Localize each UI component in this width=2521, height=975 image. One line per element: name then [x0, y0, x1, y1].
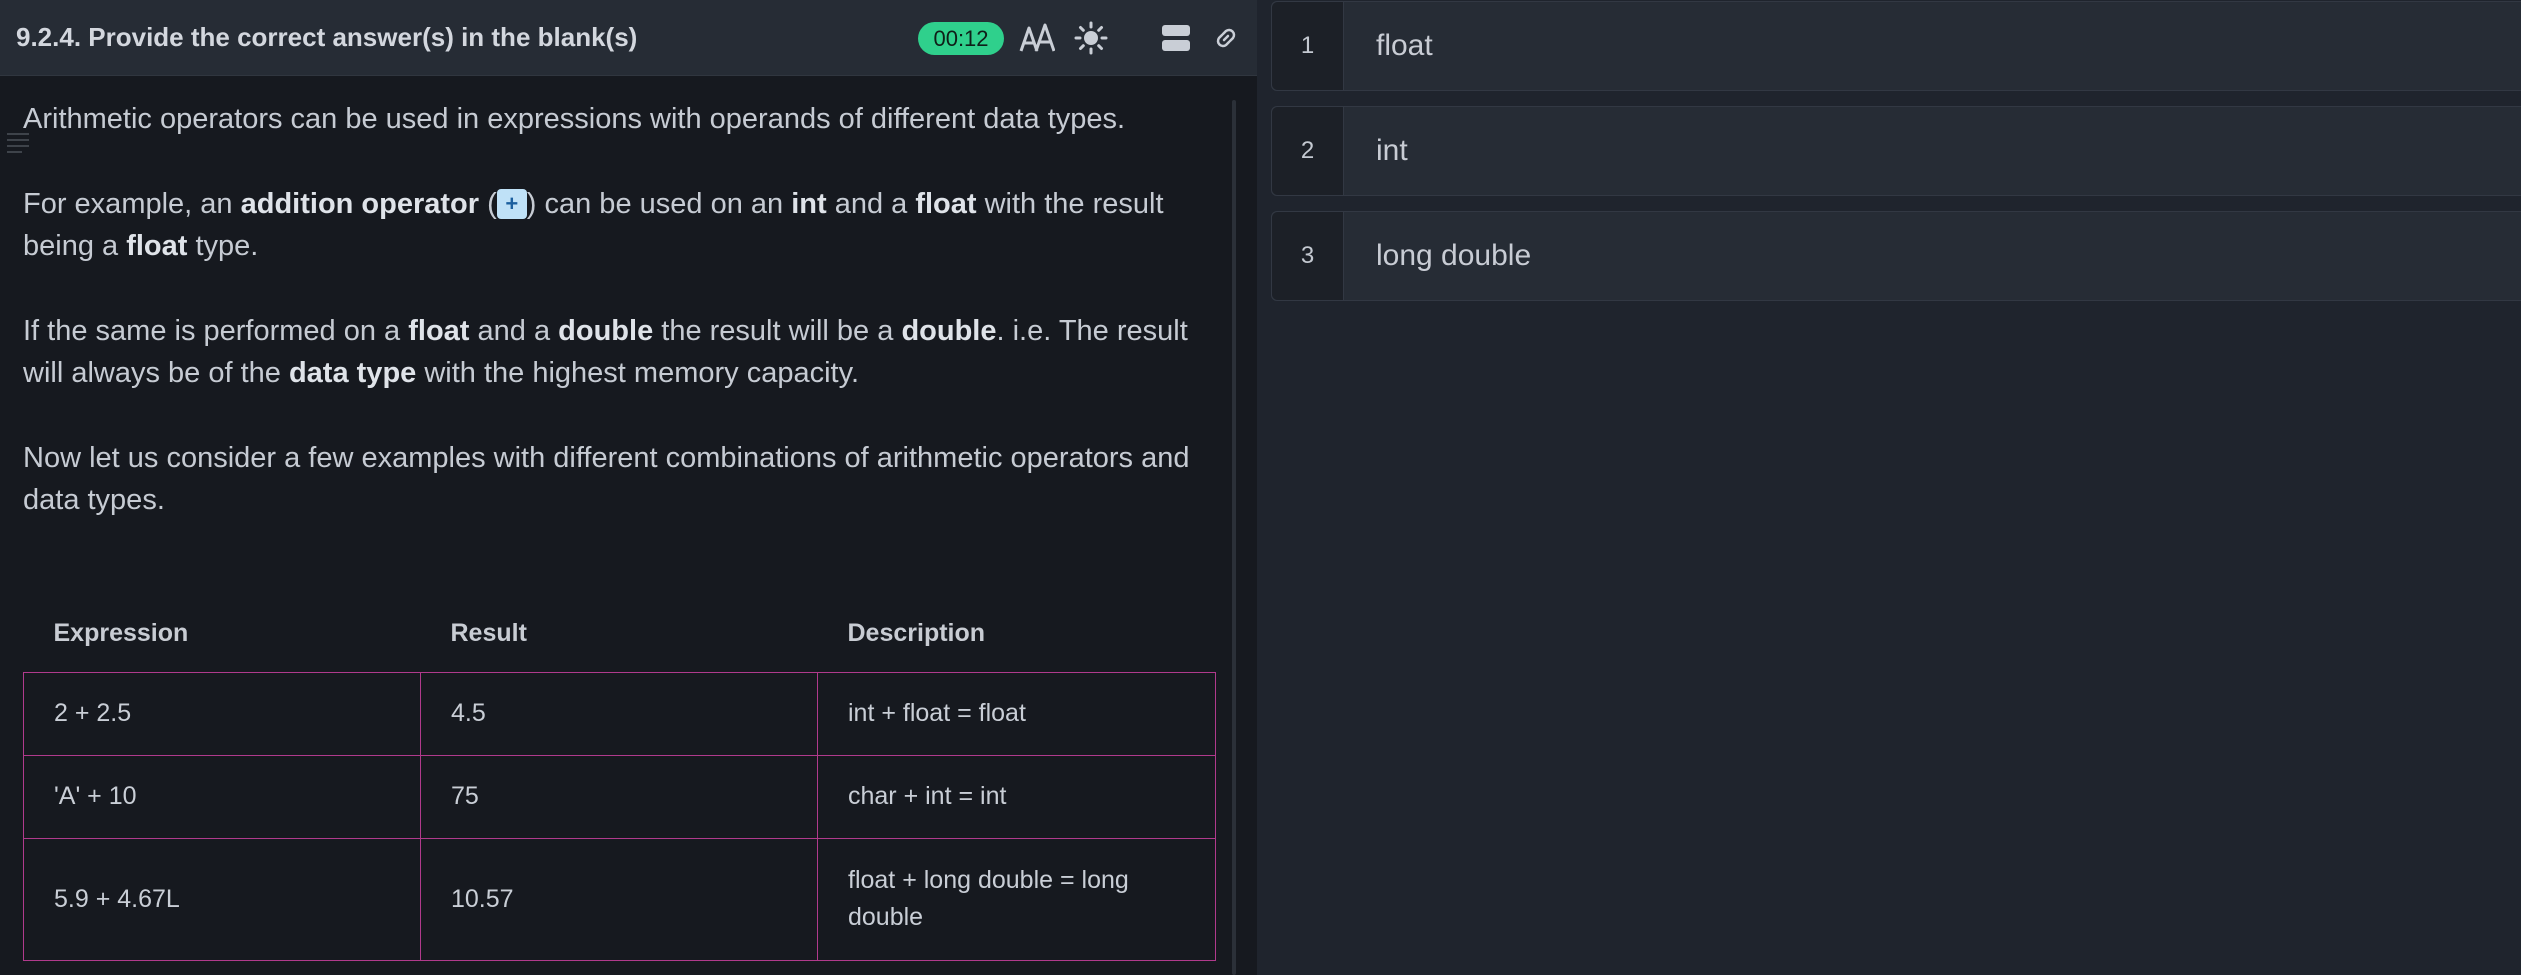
column-header: Expression — [53, 619, 189, 648]
text: and a — [826, 188, 916, 220]
operators-table: Expression Result Description 2 + 2.5 4.… — [23, 596, 1216, 961]
timer-badge: 00:12 — [918, 22, 1004, 55]
question-pane: 9.2.4. Provide the correct answer(s) in … — [0, 0, 1257, 975]
paragraph-examples-intro: Now let us consider a few examples with … — [23, 442, 1190, 516]
table-cell: 2 + 2.5 — [23, 671, 421, 756]
layout-icon[interactable] — [1156, 18, 1196, 58]
bold-term: double — [901, 315, 997, 347]
bold-term: float — [408, 315, 470, 347]
bold-term: float — [915, 188, 977, 220]
answer-input[interactable]: long double — [1376, 212, 1531, 300]
text: with the highest memory capacity. — [416, 357, 859, 389]
question-header: 9.2.4. Provide the correct answer(s) in … — [0, 0, 1257, 76]
table-cell: 75 — [420, 754, 818, 839]
table-cell: 'A' + 10 — [23, 754, 421, 839]
table-cell: 10.57 — [420, 837, 818, 961]
paragraph-example: For example, an addition operator (+) ca… — [23, 183, 1233, 267]
answer-blank-3[interactable]: 3 long double — [1271, 211, 2521, 301]
answer-blank-1[interactable]: 1 float — [1271, 1, 2521, 91]
answer-number: 1 — [1272, 2, 1344, 90]
text: and a — [469, 315, 559, 347]
bold-term: float — [126, 230, 188, 262]
bold-term: double — [558, 315, 654, 347]
text: ( — [479, 188, 497, 220]
text: ) can be used on an — [526, 188, 792, 220]
answer-input[interactable]: float — [1376, 2, 1433, 90]
table-header-row: Expression Result Description — [24, 596, 1216, 672]
font-size-icon[interactable] — [1017, 18, 1057, 58]
table-cell: 5.9 + 4.67L — [23, 837, 421, 961]
bold-term: data type — [288, 357, 417, 389]
answer-blank-2[interactable]: 2 int — [1271, 106, 2521, 196]
text: If the same is performed on a — [23, 315, 409, 347]
text: type. — [187, 230, 259, 262]
addition-operator-chip: + — [496, 189, 527, 219]
answer-number: 3 — [1272, 212, 1344, 300]
column-header: Description — [847, 619, 986, 648]
answer-number: 2 — [1272, 107, 1344, 195]
table-cell: float + long double = long double — [817, 837, 1216, 961]
content-scrollbar[interactable] — [1232, 100, 1236, 975]
table-cell: char + int = int — [817, 754, 1216, 839]
sun-icon[interactable] — [1071, 18, 1111, 58]
paragraph-intro: Arithmetic operators can be used in expr… — [23, 103, 1126, 135]
lesson-content: Arithmetic operators can be used in expr… — [23, 98, 1233, 564]
column-header: Result — [450, 619, 527, 648]
table-row: 5.9 + 4.67L 10.57 float + long double = … — [23, 837, 1216, 961]
bold-term: addition operator — [240, 188, 480, 220]
text: the result will be a — [653, 315, 902, 347]
bold-term: int — [791, 188, 827, 220]
question-title: 9.2.4. Provide the correct answer(s) in … — [16, 22, 638, 52]
text: For example, an — [23, 188, 241, 220]
table-cell: int + float = float — [817, 671, 1216, 756]
paragraph-rule: If the same is performed on a float and … — [23, 310, 1233, 394]
table-cell: 4.5 — [420, 671, 818, 756]
answers-pane: 1 float 2 int 3 long double — [1257, 0, 2521, 975]
link-icon[interactable] — [1206, 18, 1246, 58]
table-row: 2 + 2.5 4.5 int + float = float — [23, 671, 1216, 756]
answer-input[interactable]: int — [1376, 107, 1408, 195]
table-row: 'A' + 10 75 char + int = int — [23, 754, 1216, 839]
